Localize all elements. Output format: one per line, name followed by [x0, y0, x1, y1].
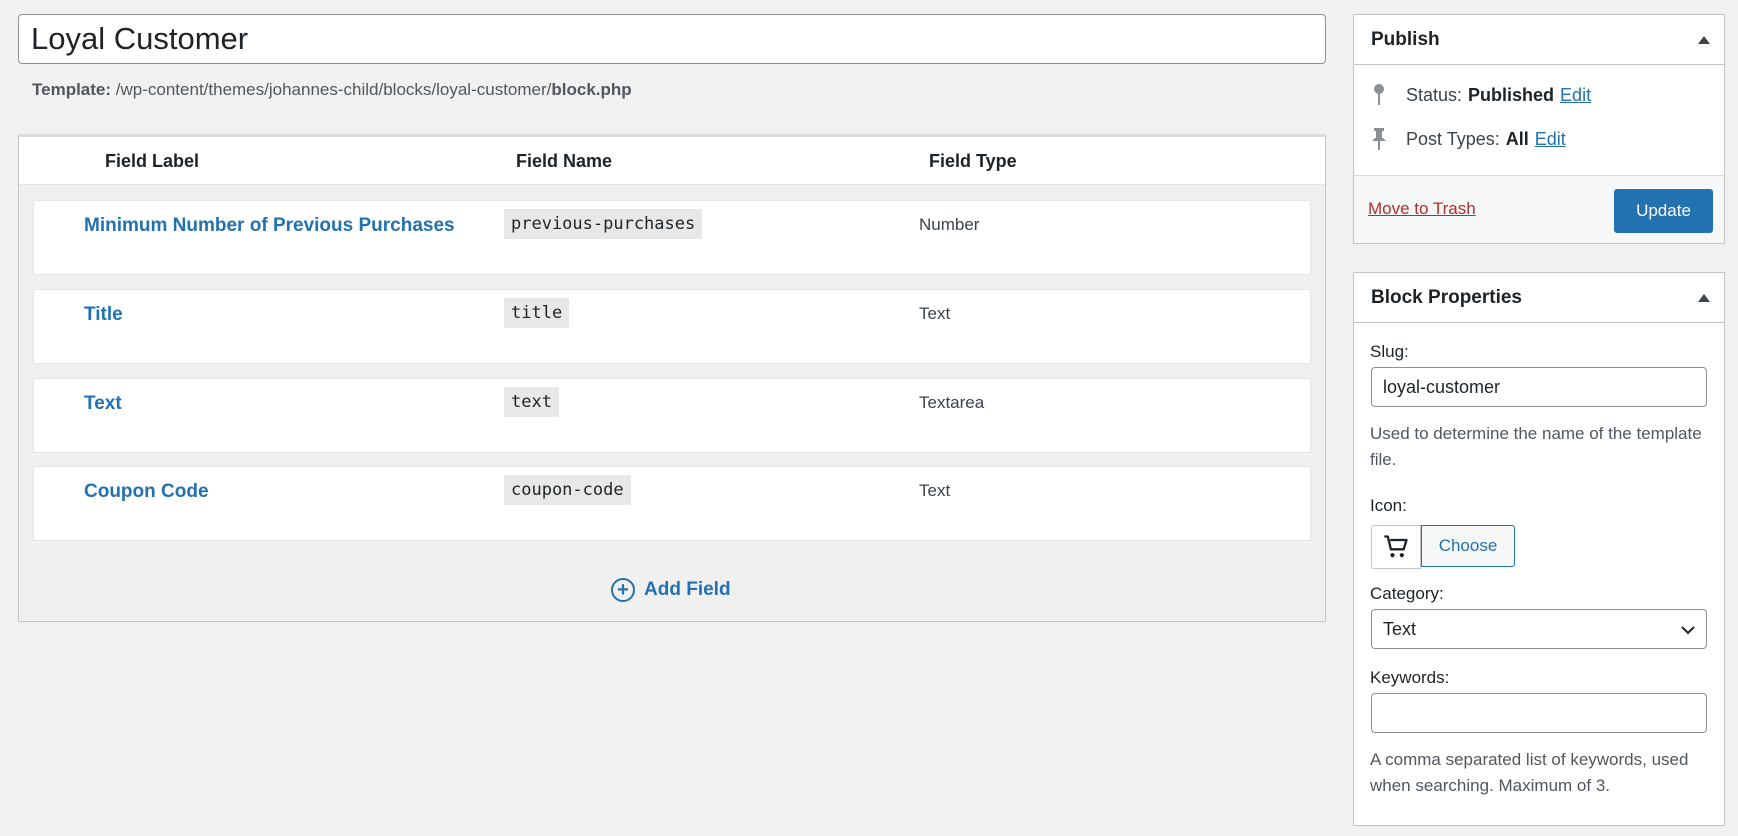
- field-label-link[interactable]: Coupon Code: [84, 481, 209, 503]
- field-row[interactable]: Title title Text: [33, 289, 1311, 364]
- field-row[interactable]: Coupon Code coupon-code Text: [33, 466, 1311, 541]
- template-path: Template: /wp-content/themes/johannes-ch…: [32, 80, 1326, 100]
- field-row[interactable]: Minimum Number of Previous Purchases pre…: [33, 200, 1311, 275]
- post-types-edit-link[interactable]: Edit: [1535, 129, 1566, 150]
- field-label-link[interactable]: Minimum Number of Previous Purchases: [84, 215, 455, 237]
- category-label: Category:: [1370, 584, 1444, 603]
- collapse-triangle-icon[interactable]: [1698, 293, 1710, 302]
- publish-panel-title: Publish: [1371, 28, 1440, 50]
- thumbtack-icon: [1372, 128, 1386, 150]
- column-header-type: Field Type: [929, 151, 1017, 171]
- status-edit-link[interactable]: Edit: [1560, 85, 1591, 106]
- block-properties-header[interactable]: Block Properties: [1354, 273, 1724, 323]
- slug-input[interactable]: loyal-customer: [1371, 367, 1707, 407]
- block-title-value: Loyal Customer: [31, 21, 249, 56]
- keywords-label: Keywords:: [1370, 668, 1450, 687]
- update-button[interactable]: Update: [1614, 189, 1713, 233]
- template-file: block.php: [551, 80, 632, 99]
- field-type: Number: [919, 215, 980, 234]
- collapse-triangle-icon[interactable]: [1698, 35, 1710, 44]
- publish-panel: Publish Status: Published Edit Post Type…: [1353, 14, 1725, 244]
- post-types-value: All: [1505, 128, 1529, 149]
- category-value: Text: [1383, 618, 1417, 639]
- publish-panel-header[interactable]: Publish: [1354, 15, 1724, 65]
- block-properties-title: Block Properties: [1371, 286, 1522, 308]
- field-type: Textarea: [919, 393, 985, 412]
- add-field-label: Add Field: [644, 579, 731, 600]
- choose-icon-button[interactable]: Choose: [1421, 525, 1515, 567]
- cart-icon: [1384, 535, 1408, 558]
- field-name-code: text: [504, 387, 559, 417]
- field-type: Text: [919, 481, 951, 500]
- icon-label: Icon:: [1370, 496, 1407, 515]
- column-header-name: Field Name: [516, 151, 613, 171]
- column-header-label: Field Label: [105, 151, 200, 171]
- field-row[interactable]: Text text Textarea: [33, 378, 1311, 453]
- keywords-input[interactable]: [1371, 693, 1707, 733]
- fields-table-header: Field Label Field Name Field Type: [19, 137, 1325, 185]
- status-label: Status:: [1406, 84, 1463, 105]
- template-label: Template:: [32, 80, 112, 99]
- field-name-code: coupon-code: [504, 475, 631, 505]
- fields-table: Field Label Field Name Field Type Minimu…: [18, 134, 1326, 622]
- field-name-code: title: [504, 298, 570, 328]
- post-types-label: Post Types:: [1406, 128, 1500, 149]
- field-name-code: previous-purchases: [504, 209, 703, 239]
- slug-value: loyal-customer: [1383, 376, 1501, 397]
- publish-actions: Move to Trash Update: [1354, 175, 1724, 243]
- field-label-link[interactable]: Title: [84, 304, 123, 326]
- field-label-link[interactable]: Text: [84, 393, 122, 415]
- status-value: Published: [1468, 84, 1555, 105]
- pin-icon: [1374, 84, 1384, 105]
- move-to-trash-link[interactable]: Move to Trash: [1368, 199, 1476, 219]
- slug-help-text: Used to determine the name of the templa…: [1370, 424, 1702, 469]
- main-column: Loyal Customer Template: /wp-content/the…: [18, 14, 1326, 622]
- add-field-button[interactable]: + Add Field: [611, 578, 731, 602]
- post-types-row: Post Types: All Edit: [1370, 127, 1566, 151]
- keywords-help-text: A comma separated list of keywords, used…: [1370, 750, 1689, 795]
- block-title-input[interactable]: Loyal Customer: [18, 14, 1326, 64]
- plus-circle-icon: +: [611, 578, 635, 602]
- template-dir: /wp-content/themes/johannes-child/blocks…: [115, 80, 552, 99]
- slug-label: Slug:: [1370, 342, 1409, 361]
- icon-preview: [1371, 525, 1421, 569]
- block-properties-panel: Block Properties Slug: loyal-customer Us…: [1353, 272, 1725, 826]
- chevron-down-icon: [1681, 626, 1695, 635]
- category-select[interactable]: Text: [1371, 609, 1707, 649]
- field-type: Text: [919, 304, 951, 323]
- status-row: Status: Published Edit: [1370, 83, 1591, 107]
